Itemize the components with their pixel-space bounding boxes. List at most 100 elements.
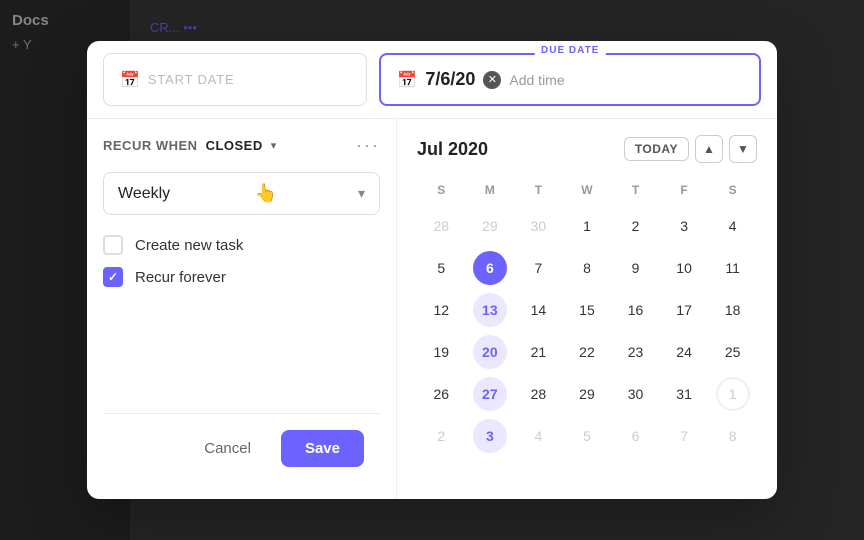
calendar-day[interactable]: 11 (708, 247, 757, 289)
calendar-day[interactable]: 26 (417, 373, 466, 415)
calendar-day[interactable]: 4 (708, 205, 757, 247)
prev-month-button[interactable]: ▲ (695, 135, 723, 163)
day-cell[interactable]: 15 (570, 293, 604, 327)
calendar-day[interactable]: 18 (708, 289, 757, 331)
day-cell[interactable]: 4 (521, 419, 555, 453)
calendar-day[interactable]: 4 (514, 415, 563, 457)
calendar-day[interactable]: 20 (466, 331, 515, 373)
save-button[interactable]: Save (281, 430, 364, 467)
day-cell[interactable]: 8 (716, 419, 750, 453)
calendar-day[interactable]: 30 (514, 205, 563, 247)
due-date-field[interactable]: DUE DATE 📅 7/6/20 ✕ Add time (379, 53, 761, 106)
calendar-day[interactable]: 29 (563, 373, 612, 415)
today-button[interactable]: TODAY (624, 137, 689, 161)
calendar-day[interactable]: 5 (417, 247, 466, 289)
calendar-day[interactable]: 28 (514, 373, 563, 415)
day-cell[interactable]: 17 (667, 293, 701, 327)
calendar-day[interactable]: 7 (660, 415, 709, 457)
day-cell[interactable]: 6 (473, 251, 507, 285)
calendar-day[interactable]: 14 (514, 289, 563, 331)
day-cell[interactable]: 20 (473, 335, 507, 369)
day-cell[interactable]: 3 (667, 209, 701, 243)
day-cell[interactable]: 14 (521, 293, 555, 327)
calendar-day[interactable]: 24 (660, 331, 709, 373)
recur-chevron-icon[interactable]: ▾ (271, 139, 277, 152)
calendar-day[interactable]: 27 (466, 373, 515, 415)
calendar-day[interactable]: 8 (708, 415, 757, 457)
calendar-day[interactable]: 1 (708, 373, 757, 415)
clear-due-date-button[interactable]: ✕ (483, 71, 501, 89)
calendar-day[interactable]: 10 (660, 247, 709, 289)
day-cell[interactable]: 28 (424, 209, 458, 243)
frequency-select[interactable]: Weekly 👆 ▾ (103, 172, 380, 215)
calendar-day[interactable]: 13 (466, 289, 515, 331)
calendar-day[interactable]: 23 (611, 331, 660, 373)
calendar-day[interactable]: 25 (708, 331, 757, 373)
calendar-day[interactable]: 28 (417, 205, 466, 247)
day-cell[interactable]: 21 (521, 335, 555, 369)
calendar-day[interactable]: 21 (514, 331, 563, 373)
recur-forever-checkbox[interactable] (103, 267, 123, 287)
add-time-button[interactable]: Add time (509, 72, 564, 88)
day-cell[interactable]: 9 (619, 251, 653, 285)
day-cell[interactable]: 6 (619, 419, 653, 453)
day-cell[interactable]: 27 (473, 377, 507, 411)
calendar-day[interactable]: 22 (563, 331, 612, 373)
create-new-task-option[interactable]: Create new task (103, 235, 380, 255)
calendar-day[interactable]: 2 (417, 415, 466, 457)
calendar-day[interactable]: 8 (563, 247, 612, 289)
calendar-day[interactable]: 16 (611, 289, 660, 331)
day-cell[interactable]: 24 (667, 335, 701, 369)
calendar-day[interactable]: 15 (563, 289, 612, 331)
day-cell[interactable]: 26 (424, 377, 458, 411)
day-cell[interactable]: 5 (570, 419, 604, 453)
day-cell[interactable]: 2 (619, 209, 653, 243)
calendar-day[interactable]: 6 (611, 415, 660, 457)
calendar-day[interactable]: 3 (466, 415, 515, 457)
calendar-day[interactable]: 1 (563, 205, 612, 247)
day-cell[interactable]: 19 (424, 335, 458, 369)
day-cell[interactable]: 23 (619, 335, 653, 369)
day-cell[interactable]: 11 (716, 251, 750, 285)
calendar-day[interactable]: 9 (611, 247, 660, 289)
calendar-day[interactable]: 19 (417, 331, 466, 373)
calendar-day[interactable]: 17 (660, 289, 709, 331)
calendar-day[interactable]: 12 (417, 289, 466, 331)
day-cell[interactable]: 29 (473, 209, 507, 243)
cancel-button[interactable]: Cancel (186, 430, 269, 467)
day-cell[interactable]: 31 (667, 377, 701, 411)
day-cell[interactable]: 10 (667, 251, 701, 285)
day-cell[interactable]: 4 (716, 209, 750, 243)
day-cell[interactable]: 7 (667, 419, 701, 453)
day-cell[interactable]: 22 (570, 335, 604, 369)
day-cell[interactable]: 8 (570, 251, 604, 285)
calendar-day[interactable]: 6 (466, 247, 515, 289)
calendar-day[interactable]: 29 (466, 205, 515, 247)
recur-forever-option[interactable]: Recur forever (103, 267, 380, 287)
calendar-day[interactable]: 3 (660, 205, 709, 247)
day-cell[interactable]: 12 (424, 293, 458, 327)
day-cell[interactable]: 25 (716, 335, 750, 369)
day-cell[interactable]: 1 (570, 209, 604, 243)
start-date-field[interactable]: 📅 START DATE (103, 53, 367, 106)
day-cell[interactable]: 1 (716, 377, 750, 411)
day-cell[interactable]: 16 (619, 293, 653, 327)
day-cell[interactable]: 13 (473, 293, 507, 327)
day-cell[interactable]: 28 (521, 377, 555, 411)
calendar-day[interactable]: 5 (563, 415, 612, 457)
day-cell[interactable]: 2 (424, 419, 458, 453)
day-cell[interactable]: 5 (424, 251, 458, 285)
calendar-day[interactable]: 2 (611, 205, 660, 247)
day-cell[interactable]: 7 (521, 251, 555, 285)
day-cell[interactable]: 18 (716, 293, 750, 327)
day-cell[interactable]: 3 (473, 419, 507, 453)
create-new-task-checkbox[interactable] (103, 235, 123, 255)
recur-more-button[interactable]: ··· (356, 135, 380, 156)
day-cell[interactable]: 29 (570, 377, 604, 411)
calendar-day[interactable]: 31 (660, 373, 709, 415)
day-cell[interactable]: 30 (619, 377, 653, 411)
calendar-day[interactable]: 30 (611, 373, 660, 415)
calendar-day[interactable]: 7 (514, 247, 563, 289)
next-month-button[interactable]: ▼ (729, 135, 757, 163)
day-cell[interactable]: 30 (521, 209, 555, 243)
